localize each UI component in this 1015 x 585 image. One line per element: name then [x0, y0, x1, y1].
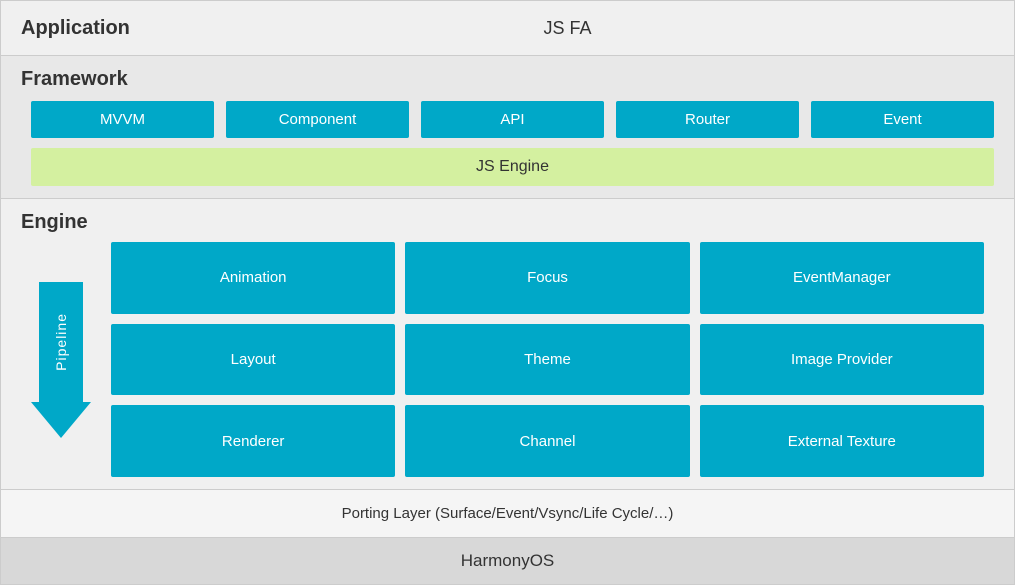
pipeline-column: Pipeline	[21, 242, 101, 477]
box-mvvm: MVVM	[31, 101, 214, 138]
harmony-section: HarmonyOS	[1, 538, 1014, 584]
pipeline-label: Pipeline	[53, 313, 69, 371]
harmony-text: HarmonyOS	[461, 551, 555, 571]
engine-body: Pipeline Animation Focus EventManager La…	[21, 242, 994, 477]
box-theme: Theme	[405, 324, 689, 396]
porting-layer-section: Porting Layer (Surface/Event/Vsync/Life …	[1, 490, 1014, 538]
engine-label: Engine	[21, 211, 994, 234]
framework-section: Framework MVVM Component API Router Even…	[1, 56, 1014, 199]
pipeline-arrow: Pipeline	[31, 282, 91, 438]
box-api: API	[421, 101, 604, 138]
box-layout: Layout	[111, 324, 395, 396]
box-channel: Channel	[405, 405, 689, 477]
framework-boxes: MVVM Component API Router Event	[31, 101, 994, 138]
architecture-diagram: Application JS FA Framework MVVM Compone…	[0, 0, 1015, 585]
framework-label: Framework	[21, 68, 994, 91]
box-animation: Animation	[111, 242, 395, 314]
engine-grid: Animation Focus EventManager Layout Them…	[101, 242, 994, 477]
box-event-manager: EventManager	[700, 242, 984, 314]
box-router: Router	[616, 101, 799, 138]
box-renderer: Renderer	[111, 405, 395, 477]
pipeline-arrowhead	[31, 402, 91, 438]
application-section: Application JS FA	[1, 1, 1014, 56]
js-engine-box: JS Engine	[31, 148, 994, 186]
box-component: Component	[226, 101, 409, 138]
application-content: JS FA	[141, 18, 994, 39]
pipeline-shaft: Pipeline	[39, 282, 83, 402]
box-external-texture: External Texture	[700, 405, 984, 477]
box-focus: Focus	[405, 242, 689, 314]
application-label: Application	[21, 17, 141, 40]
box-event: Event	[811, 101, 994, 138]
engine-section: Engine Pipeline Animation Focus EventMan…	[1, 199, 1014, 490]
porting-layer-text: Porting Layer (Surface/Event/Vsync/Life …	[342, 505, 674, 522]
box-image-provider: Image Provider	[700, 324, 984, 396]
